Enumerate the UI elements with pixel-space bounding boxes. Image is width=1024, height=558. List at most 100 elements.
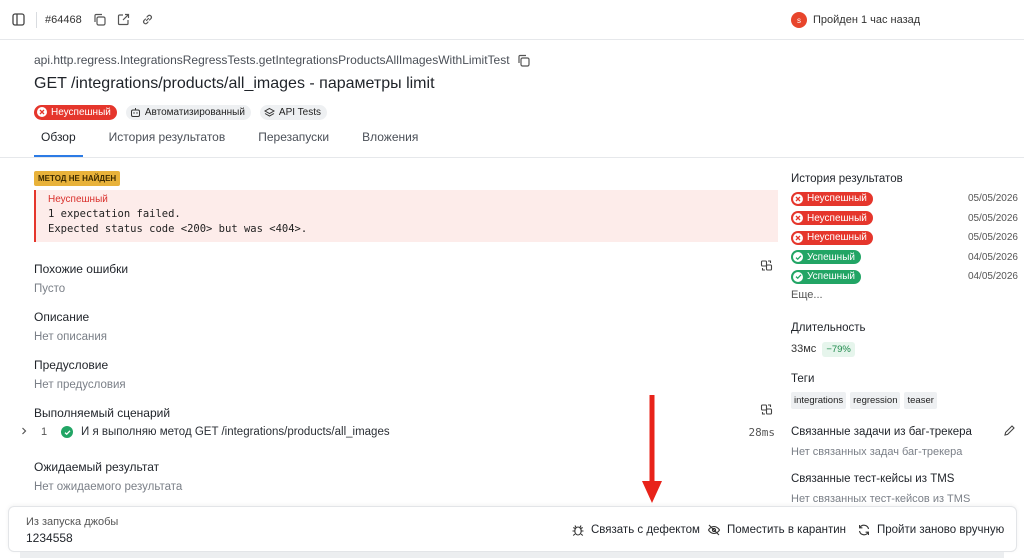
status-badge: Неуспешный <box>791 211 873 226</box>
link-icon[interactable] <box>140 12 156 28</box>
step-number: 1 <box>41 426 48 438</box>
status-label: Неуспешный <box>807 232 867 244</box>
action-footer: Из запуска джобы 1234558 Связать с дефек… <box>8 506 1017 552</box>
quarantine-button[interactable]: Поместить в карантин <box>707 523 846 537</box>
bug-icon <box>572 525 584 536</box>
section-precondition: Предусловие Нет предусловия <box>34 358 778 391</box>
history-more-link[interactable]: Еще... <box>791 289 1018 301</box>
section-value: Нет ожидаемого результата <box>34 481 183 493</box>
fail-icon <box>793 193 803 204</box>
scenario-step[interactable]: 1 И я выполняю метод GET /integrations/p… <box>20 424 778 440</box>
run-status: s Пройден 1 час назад <box>791 12 1018 28</box>
history-date: 04/05/2026 <box>967 271 1018 283</box>
test-path: api.http.regress.IntegrationsRegressTest… <box>34 52 1004 68</box>
divider <box>36 11 37 28</box>
history-date: 05/05/2026 <box>967 212 1018 224</box>
tab-attachments[interactable]: Вложения <box>355 130 425 157</box>
section-scenario: Выполняемый сценарий 1 И я выполняю мето… <box>22 403 778 439</box>
tag[interactable]: integrations <box>791 391 847 409</box>
fail-icon <box>793 213 803 224</box>
error-category-badge: МЕТОД НЕ НАЙДЕН <box>34 171 121 186</box>
compare-icon[interactable] <box>760 403 773 419</box>
automation-badge-label: Автоматизированный <box>144 106 245 118</box>
fail-icon <box>793 232 803 243</box>
section-title: Описание <box>34 310 90 324</box>
section-description: Описание Нет описания <box>34 310 778 343</box>
history-date: 04/05/2026 <box>967 251 1018 263</box>
tag-list: integrations regression teaser <box>791 391 1018 409</box>
tab-results-history[interactable]: История результатов <box>102 130 233 157</box>
status-badge-label: Неуспешный <box>51 106 111 118</box>
avatar[interactable]: s <box>791 12 807 28</box>
duration-value: 33мс <box>791 343 817 355</box>
step-duration: 28ms <box>748 425 776 439</box>
rerun-manual-button[interactable]: Пройти заново вручную <box>857 523 1004 537</box>
section-value: Пусто <box>34 283 66 295</box>
job-label: Из запуска джобы <box>26 516 119 528</box>
tab-reruns[interactable]: Перезапуски <box>251 130 336 157</box>
suite-badge: API Tests <box>259 104 327 120</box>
robot-icon <box>130 107 140 117</box>
tabs-divider <box>0 157 1024 158</box>
copy-path-icon[interactable] <box>517 54 530 67</box>
section-title: Ожидаемый результат <box>34 460 160 474</box>
test-header: api.http.regress.IntegrationsRegressTest… <box>34 52 1004 120</box>
duration-delta-badge: −79% <box>822 341 855 357</box>
duration: 33мс −79% <box>791 341 1018 357</box>
test-id: #64468 <box>45 13 82 26</box>
check-circle-icon <box>61 426 73 438</box>
status-badge: Успешный <box>791 269 861 284</box>
status-badge: Неуспешный <box>791 230 873 245</box>
history-item[interactable]: Неуспешный 05/05/2026 <box>791 189 1018 209</box>
link-defect-button[interactable]: Связать с дефектом <box>571 523 700 537</box>
chevron-right-icon[interactable] <box>20 426 36 438</box>
link-defect-label: Связать с дефектом <box>591 524 700 536</box>
refresh-icon <box>858 524 870 536</box>
tag[interactable]: teaser <box>904 391 937 409</box>
details-sidebar: История результатов Неуспешный 05/05/202… <box>791 173 1018 505</box>
section-similar-errors: Похожие ошибки Пусто <box>34 259 778 295</box>
history-date: 05/05/2026 <box>967 193 1018 205</box>
section-value: Нет предусловия <box>34 379 126 391</box>
status-badge: Неуспешный <box>791 191 873 206</box>
error-message-line: Expected status code <200> but was <404>… <box>48 223 308 235</box>
test-path-text: api.http.regress.IntegrationsRegressTest… <box>34 53 510 67</box>
edit-pencil-icon[interactable] <box>1003 424 1016 440</box>
history-date: 05/05/2026 <box>967 232 1018 244</box>
suite-badge-label: API Tests <box>278 106 321 118</box>
error-title: Неуспешный <box>48 194 108 205</box>
page-title: GET /integrations/products/all_images - … <box>34 75 435 92</box>
section-title: Похожие ошибки <box>34 262 129 276</box>
job-value[interactable]: 1234558 <box>26 531 73 545</box>
quarantine-label: Поместить в карантин <box>727 524 847 536</box>
bugtracker-title: Связанные задачи из баг-трекера <box>791 425 972 438</box>
run-status-text: Пройден 1 час назад <box>813 14 921 26</box>
bugtracker-section: Связанные задачи из баг-трекера Нет связ… <box>791 424 1018 458</box>
history-item[interactable]: Неуспешный 05/05/2026 <box>791 228 1018 248</box>
tab-overview[interactable]: Обзор <box>34 130 83 157</box>
scroll-strip <box>20 552 1004 558</box>
section-value: Нет описания <box>34 331 107 343</box>
layers-icon <box>263 107 275 117</box>
history-item[interactable]: Успешный 04/05/2026 <box>791 248 1018 268</box>
eye-off-icon <box>707 524 721 536</box>
compare-icon[interactable] <box>760 259 773 275</box>
tag[interactable]: regression <box>850 391 901 409</box>
section-title: Выполняемый сценарий <box>34 406 171 420</box>
history-item[interactable]: Неуспешный 05/05/2026 <box>791 209 1018 229</box>
bugtracker-value: Нет связанных задач баг-трекера <box>791 445 963 458</box>
open-external-icon[interactable] <box>116 12 132 28</box>
section-expected-result: Ожидаемый результат Нет ожидаемого резул… <box>34 460 778 493</box>
history-item[interactable]: Успешный 04/05/2026 <box>791 267 1018 287</box>
main-content: МЕТОД НЕ НАЙДЕН Неуспешный 1 expectation… <box>34 170 778 242</box>
history-title: История результатов <box>791 173 903 185</box>
fail-icon <box>37 107 47 117</box>
sidebar-toggle-icon[interactable] <box>10 12 26 28</box>
status-badge: Неуспешный <box>34 104 117 120</box>
status-label: Успешный <box>807 271 855 283</box>
copy-icon[interactable] <box>92 12 108 28</box>
tms-title: Связанные тест-кейсы из TMS <box>791 472 955 485</box>
status-label: Неуспешный <box>807 193 867 205</box>
error-box: Неуспешный 1 expectation failed. Expecte… <box>34 190 778 242</box>
tabs: Обзор История результатов Перезапуски Вл… <box>34 130 444 158</box>
